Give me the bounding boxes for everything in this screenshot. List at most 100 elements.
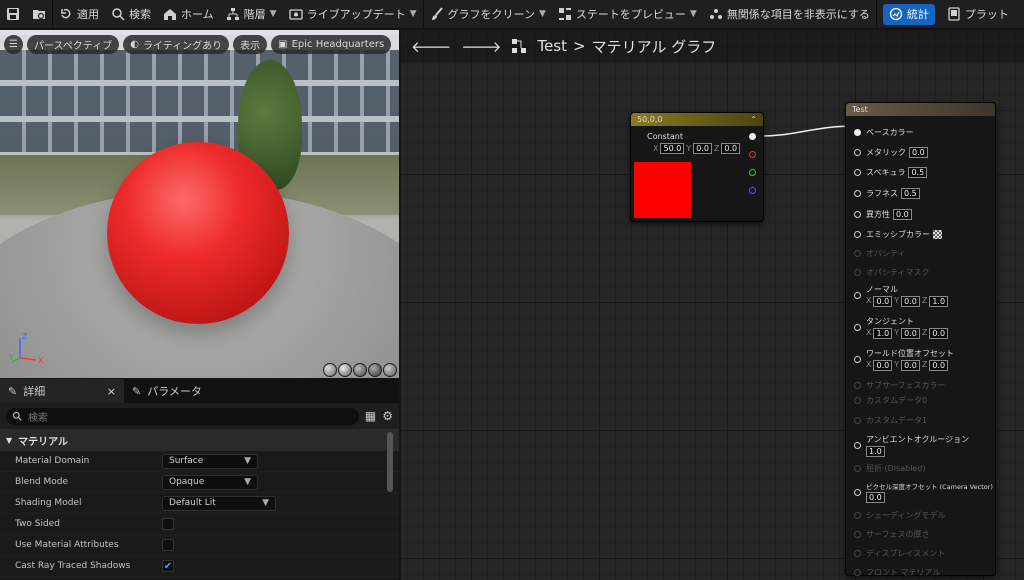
input-pin[interactable] xyxy=(854,292,861,299)
scene-button[interactable]: ▣ Epic Headquarters xyxy=(271,35,392,54)
input-pin[interactable] xyxy=(854,231,861,238)
value-input[interactable]: 0.0 xyxy=(866,492,885,503)
input-pin[interactable] xyxy=(854,397,861,404)
material-domain-dropdown[interactable]: Surface ▼ xyxy=(162,453,258,469)
color-picker-icon[interactable] xyxy=(933,230,942,239)
preview-state-button[interactable]: ステートをプレビュー ▼ xyxy=(552,0,703,29)
vector-value-input[interactable]: 0.0 xyxy=(901,328,920,339)
input-pin[interactable] xyxy=(854,488,861,496)
input-pin[interactable] xyxy=(854,417,861,424)
input-pin[interactable] xyxy=(854,269,861,276)
tab-details[interactable]: ✎ 詳細 × xyxy=(0,379,124,403)
live-update-button[interactable]: ライブアップデート ▼ xyxy=(283,0,423,29)
preview-state-label: ステートをプレビュー xyxy=(575,8,686,21)
vector-axis-label: Z xyxy=(921,328,928,337)
constant-node[interactable]: 50,0,0 ⌃ Constant X 50.0 Y 0.0 Z 0.0 xyxy=(630,112,764,222)
browse-button[interactable] xyxy=(26,0,52,29)
material-result-node[interactable]: Test ベースカラー メタリック 0.0 スペキュラ 0.5 ラフネス 0.5 異方性 0.0… xyxy=(845,102,996,577)
input-pin[interactable] xyxy=(854,169,861,176)
hide-unrelated-button[interactable]: 無関係な項目を非表示にする xyxy=(703,0,876,29)
cast-ray-traced-shadows-checkbox[interactable]: ✔ xyxy=(162,560,174,572)
platform-button[interactable]: プラット xyxy=(941,0,1015,29)
two-sided-checkbox[interactable] xyxy=(162,518,174,530)
output-pin-rgb[interactable] xyxy=(749,133,756,140)
tab-parameters[interactable]: ✎ パラメータ xyxy=(124,379,210,403)
vector-value-input[interactable]: 0.0 xyxy=(873,360,893,371)
blend-mode-dropdown[interactable]: Opaque ▼ xyxy=(162,474,258,490)
gear-icon[interactable]: ⚙ xyxy=(382,409,393,423)
input-pin[interactable] xyxy=(854,356,861,363)
material-graph-canvas[interactable]: 🡐 🡒 Test > マテリアル グラフ 50,0,0 ⌃ Constant X… xyxy=(401,30,1024,580)
search-button[interactable]: 検索 xyxy=(105,0,157,29)
save-button[interactable] xyxy=(0,0,26,29)
input-content: オパシティ xyxy=(866,248,906,259)
vector-value-input[interactable]: 0.0 xyxy=(901,360,920,371)
value-input[interactable]: 0.0 xyxy=(909,147,928,158)
stats-button[interactable]: 統計 xyxy=(882,3,935,25)
apply-button[interactable]: 適用 xyxy=(53,0,105,29)
details-search-input[interactable]: 検索 xyxy=(6,407,359,425)
clean-graph-button[interactable]: グラフをクリーン ▼ xyxy=(424,0,552,29)
value-input[interactable]: 1.0 xyxy=(866,446,885,457)
input-pin[interactable] xyxy=(854,531,861,538)
axis-x-label: X xyxy=(38,356,44,365)
section-material-label: マテリアル xyxy=(18,436,69,448)
output-pin-r[interactable] xyxy=(749,151,756,158)
input-pin[interactable] xyxy=(854,550,861,557)
vector-value-input[interactable]: 0.0 xyxy=(901,296,920,307)
input-pin[interactable] xyxy=(854,569,861,576)
vector-axis-label: Z xyxy=(921,296,928,305)
vector-value-input[interactable]: 0.0 xyxy=(929,328,949,339)
value-input[interactable]: 0.5 xyxy=(908,167,928,178)
teapot-mesh-icon[interactable] xyxy=(383,363,397,377)
constant-x-input[interactable]: 50.0 xyxy=(660,143,685,154)
cube-mesh-icon[interactable] xyxy=(368,363,382,377)
cylinder-mesh-icon[interactable] xyxy=(323,363,337,377)
vector-value-input[interactable]: 1.0 xyxy=(929,296,949,307)
vector-value-input[interactable]: 0.0 xyxy=(873,296,893,307)
input-label: ディスプレイスメント xyxy=(866,549,946,558)
details-scrollbar[interactable] xyxy=(387,432,393,492)
input-pin[interactable] xyxy=(854,442,861,449)
show-button[interactable]: 表示 xyxy=(233,35,268,54)
input-pin[interactable] xyxy=(854,324,861,331)
plane-mesh-icon[interactable] xyxy=(353,363,367,377)
home-button[interactable]: ホーム xyxy=(157,0,220,29)
input-label: ノーマル xyxy=(866,285,898,294)
value-input[interactable]: 0.5 xyxy=(901,188,920,199)
input-pin[interactable] xyxy=(854,250,861,257)
input-pin[interactable] xyxy=(854,382,861,389)
platform-label: プラット xyxy=(964,8,1009,21)
input-pin[interactable] xyxy=(854,129,861,136)
perspective-button[interactable]: パースペクティブ xyxy=(27,35,120,54)
close-icon[interactable]: × xyxy=(107,385,116,398)
hide-unrelated-icon xyxy=(709,9,722,19)
constant-z-input[interactable]: 0.0 xyxy=(721,143,741,154)
viewport-menu-button[interactable]: ☰ xyxy=(4,35,23,54)
constant-y-input[interactable]: 0.0 xyxy=(693,143,712,154)
input-label: オパシティ xyxy=(866,249,906,258)
vector-value-input[interactable]: 1.0 xyxy=(873,328,893,339)
value-input[interactable]: 0.0 xyxy=(893,209,912,220)
preview-viewport[interactable]: ☰ パースペクティブ ◐ ライティングあり 表示 ▣ Epic Headquar… xyxy=(0,30,399,378)
lighting-button[interactable]: ◐ ライティングあり xyxy=(123,35,230,54)
collapse-icon[interactable]: ⌃ xyxy=(750,115,757,124)
result-input-row: ディスプレイスメント xyxy=(854,548,945,559)
input-label: ラフネス xyxy=(866,189,898,198)
input-pin[interactable] xyxy=(854,211,861,218)
section-material[interactable]: ▼ マテリアル xyxy=(0,429,399,451)
input-pin[interactable] xyxy=(854,465,861,472)
chevron-down-icon: ▼ xyxy=(409,9,417,19)
shading-model-dropdown[interactable]: Default Lit ▼ xyxy=(162,495,276,511)
output-pin-b[interactable] xyxy=(749,187,756,194)
input-pin[interactable] xyxy=(854,512,861,519)
sphere-mesh-icon[interactable] xyxy=(338,363,352,377)
hierarchy-button[interactable]: 階層 ▼ xyxy=(220,0,283,29)
input-pin[interactable] xyxy=(854,190,861,197)
vector-value-input[interactable]: 0.0 xyxy=(929,360,949,371)
output-pin-g[interactable] xyxy=(749,169,756,176)
use-material-attributes-checkbox[interactable] xyxy=(162,539,174,551)
table-view-icon[interactable]: ▦ xyxy=(365,409,376,423)
input-pin[interactable] xyxy=(854,149,861,156)
result-input-row: サーフェスの厚さ xyxy=(854,529,930,540)
